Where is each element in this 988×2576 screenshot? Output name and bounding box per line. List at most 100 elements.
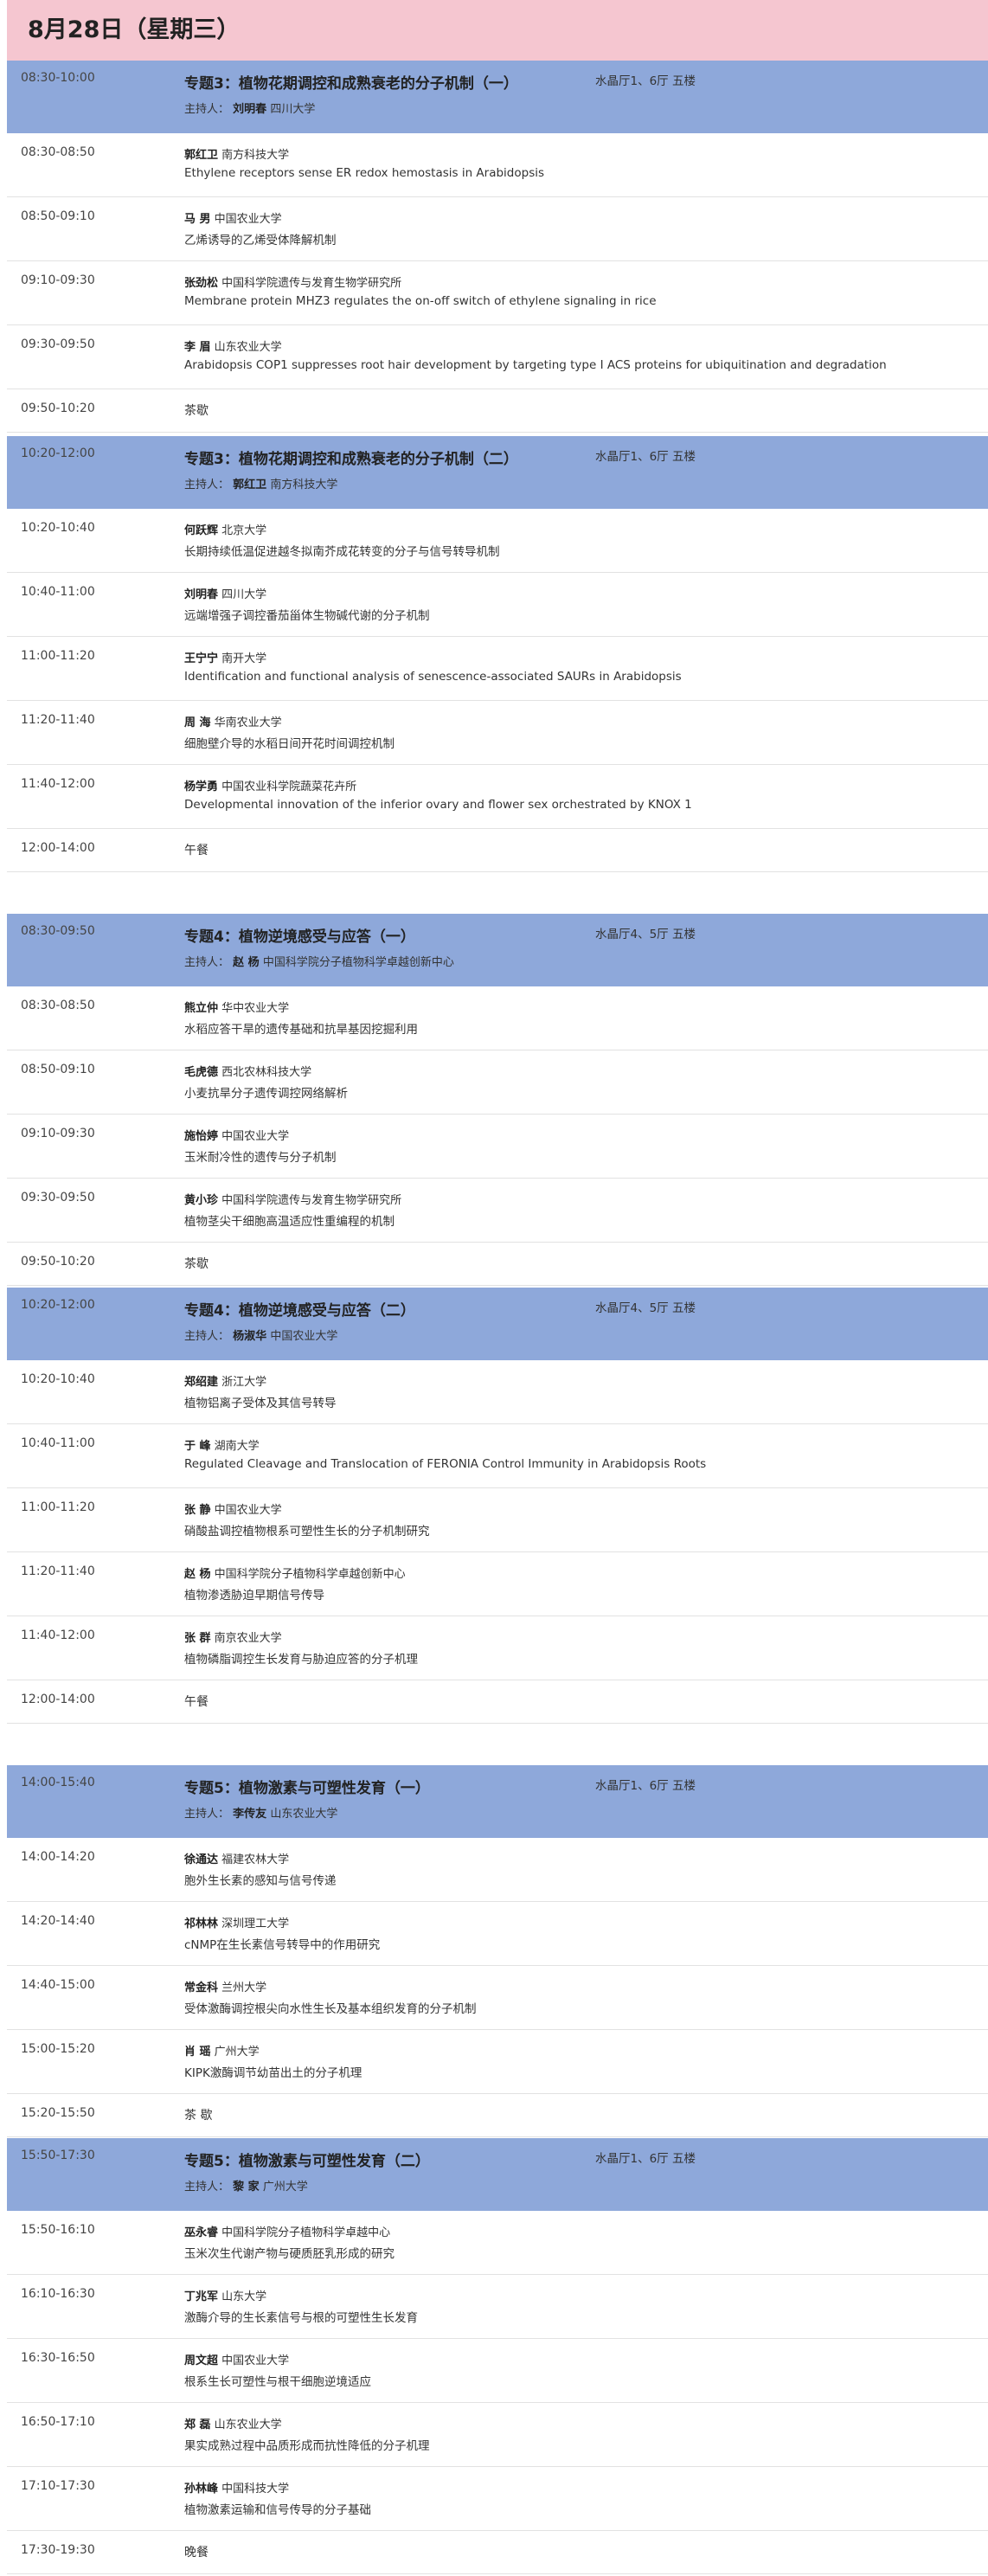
- speaker-affiliation: 中国科学院分子植物科学卓越创新中心: [214, 1568, 406, 1581]
- speaker-name: 张 群: [184, 1632, 211, 1645]
- session-header: 14:00-15:40 专题5：植物激素与可塑性发育（一） 水晶厅1、6厅 五楼 主持…: [7, 1765, 988, 1838]
- talk-speaker: 熊立仲 华中农业大学: [184, 999, 289, 1015]
- talk-time: 10:40-11:00: [21, 1436, 95, 1450]
- talk-row: 08:30-08:50 郭红卫 南方科技大学 Ethylene receptors …: [7, 133, 988, 197]
- session-venue: 水晶厅1、6厅 五楼: [595, 74, 696, 88]
- talk-row: 11:20-11:40 周 海 华南农业大学细胞壁介导的水稻日间开花时间调控机制: [7, 701, 988, 765]
- talk-time: 10:40-11:00: [21, 585, 95, 599]
- session-venue: 水晶厅1、6厅 五楼: [595, 1779, 696, 1793]
- schedule-page: 8月28日（星期三） 08:30-10:00 专题3：植物花期调控和成熟衰老的分子…: [0, 0, 988, 2576]
- speaker-affiliation: 中国科学院遗传与发育生物学研究所: [221, 277, 402, 290]
- speaker-affiliation: 中国科学院遗传与发育生物学研究所: [221, 1194, 402, 1207]
- speaker-affiliation: 山东农业大学: [214, 341, 282, 354]
- talk-title: Arabidopsis COP1 suppresses root hair de…: [184, 358, 887, 372]
- speaker-affiliation: 中国农业大学: [214, 1504, 282, 1517]
- session-venue: 水晶厅4、5厅 五楼: [595, 1301, 696, 1315]
- speaker-affiliation: 西北农林科技大学: [221, 1066, 312, 1079]
- host-name: 杨淑华: [233, 1330, 267, 1343]
- break-row: 12:00-14:00 午餐: [7, 829, 988, 872]
- talk-speaker: 张劲松 中国科学院遗传与发育生物学研究所: [184, 273, 401, 290]
- speaker-affiliation: 南方科技大学: [221, 149, 290, 162]
- session-title: 专题4：植物逆境感受与应答（一）: [184, 928, 415, 946]
- host-affiliation: 中国农业大学: [270, 1330, 338, 1343]
- speaker-name: 巫永睿: [184, 2226, 219, 2239]
- speaker-affiliation: 北京大学: [221, 524, 267, 537]
- break-label: 晚餐: [184, 2546, 209, 2560]
- speaker-name: 赵 杨: [184, 1568, 211, 1581]
- talk-speaker: 周 海 华南农业大学: [184, 713, 282, 729]
- speaker-name: 张劲松: [184, 277, 219, 290]
- talk-time: 09:30-09:50: [21, 1191, 95, 1204]
- talk-time: 08:50-09:10: [21, 1063, 95, 1076]
- speaker-affiliation: 兰州大学: [221, 1982, 267, 1995]
- session-title: 专题5：植物激素与可塑性发育（二）: [184, 2153, 430, 2170]
- talk-speaker: 郑 磊 山东农业大学: [184, 2415, 282, 2431]
- speaker-affiliation: 四川大学: [221, 588, 267, 601]
- talk-row: 09:10-09:30 施怡婷 中国农业大学 玉米耐冷性的遗传与分子机制: [7, 1115, 988, 1179]
- host-name: 李传友: [233, 1808, 267, 1821]
- speaker-name: 王宁宁: [184, 652, 219, 665]
- talk-speaker: 祁林林 深圳理工大学: [184, 1914, 289, 1930]
- host-name: 郭红卫: [233, 479, 267, 491]
- session-time: 08:30-09:50: [21, 924, 95, 938]
- talk-speaker: 王宁宁 南开大学: [184, 649, 266, 665]
- talk-time: 16:30-16:50: [21, 2351, 95, 2365]
- talk-speaker: 郑绍建 浙江大学: [184, 1372, 266, 1389]
- speaker-name: 周文超: [184, 2354, 219, 2367]
- talk-time: 14:40-15:00: [21, 1978, 95, 1992]
- session-venue: 水晶厅1、6厅 五楼: [595, 2152, 696, 2166]
- break-row: 17:30-19:30 晚餐: [7, 2531, 988, 2574]
- speaker-affiliation: 湖南大学: [214, 1440, 260, 1453]
- talk-time: 11:40-12:00: [21, 777, 95, 791]
- talk-time: 11:00-11:20: [21, 649, 95, 663]
- host-affiliation: 四川大学: [270, 103, 316, 116]
- session-time: 14:00-15:40: [21, 1776, 95, 1789]
- speaker-affiliation: 中国科技大学: [221, 2483, 290, 2496]
- talk-speaker: 杨学勇 中国农业科学院蔬菜花卉所: [184, 777, 356, 793]
- speaker-affiliation: 广州大学: [214, 2046, 260, 2059]
- break-time: 15:20-15:50: [21, 2106, 95, 2120]
- talk-title: 长期持续低温促进越冬拟南芥成花转变的分子与信号转导机制: [184, 545, 500, 559]
- speaker-name: 郭红卫: [184, 149, 219, 162]
- break-time: 17:30-19:30: [21, 2543, 95, 2557]
- talk-time: 15:50-16:10: [21, 2223, 95, 2237]
- speaker-affiliation: 中国农业科学院蔬菜花卉所: [221, 781, 357, 793]
- talk-title: 远端增强子调控番茄甾体生物碱代谢的分子机制: [184, 609, 430, 623]
- host-affiliation: 广州大学: [262, 2181, 308, 2194]
- speaker-affiliation: 南开大学: [221, 652, 267, 665]
- host-name: 赵 杨: [233, 956, 260, 969]
- speaker-name: 周 海: [184, 716, 211, 729]
- talk-title: KIPK激酶调节幼苗出土的分子机理: [184, 2066, 362, 2080]
- talk-speaker: 肖 瑶 广州大学: [184, 2042, 260, 2059]
- host-label: 主持人：: [184, 956, 230, 969]
- session-title: 专题4：植物逆境感受与应答（二）: [184, 1302, 415, 1320]
- talk-row: 11:40-12:00 杨学勇 中国农业科学院蔬菜花卉所 Developmental…: [7, 765, 988, 829]
- talk-speaker: 张 群 南京农业大学: [184, 1628, 282, 1645]
- speaker-affiliation: 山东大学: [221, 2290, 267, 2303]
- talk-time: 11:20-11:40: [21, 713, 95, 727]
- talk-time: 10:20-10:40: [21, 521, 95, 535]
- break-label: 午餐: [184, 1695, 209, 1709]
- talk-row: 11:20-11:40 赵 杨 中国科学院分子植物科学卓越创新中心 植物渗透胁迫早期…: [7, 1552, 988, 1616]
- talk-title: Regulated Cleavage and Translocation of …: [184, 1457, 707, 1471]
- talk-time: 16:50-17:10: [21, 2415, 95, 2429]
- talk-speaker: 毛虎德 西北农林科技大学: [184, 1063, 311, 1079]
- talk-time: 16:10-16:30: [21, 2287, 95, 2301]
- talk-title: cNMP在生长素信号转导中的作用研究: [184, 1938, 381, 1952]
- talk-title: 细胞壁介导的水稻日间开花时间调控机制: [184, 737, 395, 751]
- speaker-name: 毛虎德: [184, 1066, 219, 1079]
- session-host: 主持人： 赵 杨 中国科学院分子植物科学卓越创新中心: [184, 953, 454, 969]
- talk-speaker: 常金科 兰州大学: [184, 1978, 266, 1995]
- talk-title: Membrane protein MHZ3 regulates the on-o…: [184, 294, 657, 308]
- talk-title: 乙烯诱导的乙烯受体降解机制: [184, 234, 337, 247]
- speaker-name: 刘明春: [184, 588, 219, 601]
- talk-speaker: 黄小珍 中国科学院遗传与发育生物学研究所: [184, 1191, 401, 1207]
- talk-row: 10:40-11:00 于 峰 湖南大学 Regulated Cleavage an…: [7, 1424, 988, 1488]
- speaker-affiliation: 中国农业大学: [221, 1130, 290, 1143]
- talk-title: 植物渗透胁迫早期信号传导: [184, 1589, 324, 1603]
- talk-row: 09:10-09:30 张劲松 中国科学院遗传与发育生物学研究所 Membrane …: [7, 261, 988, 325]
- talk-row: 16:30-16:50 周文超 中国农业大学 根系生长可塑性与根干细胞逆境适应: [7, 2339, 988, 2403]
- talk-title: 植物铝离子受体及其信号转导: [184, 1397, 337, 1410]
- talk-time: 11:00-11:20: [21, 1500, 95, 1514]
- talk-row: 15:50-16:10 巫永睿 中国科学院分子植物科学卓越中心 玉米次生代谢产物与硬…: [7, 2211, 988, 2275]
